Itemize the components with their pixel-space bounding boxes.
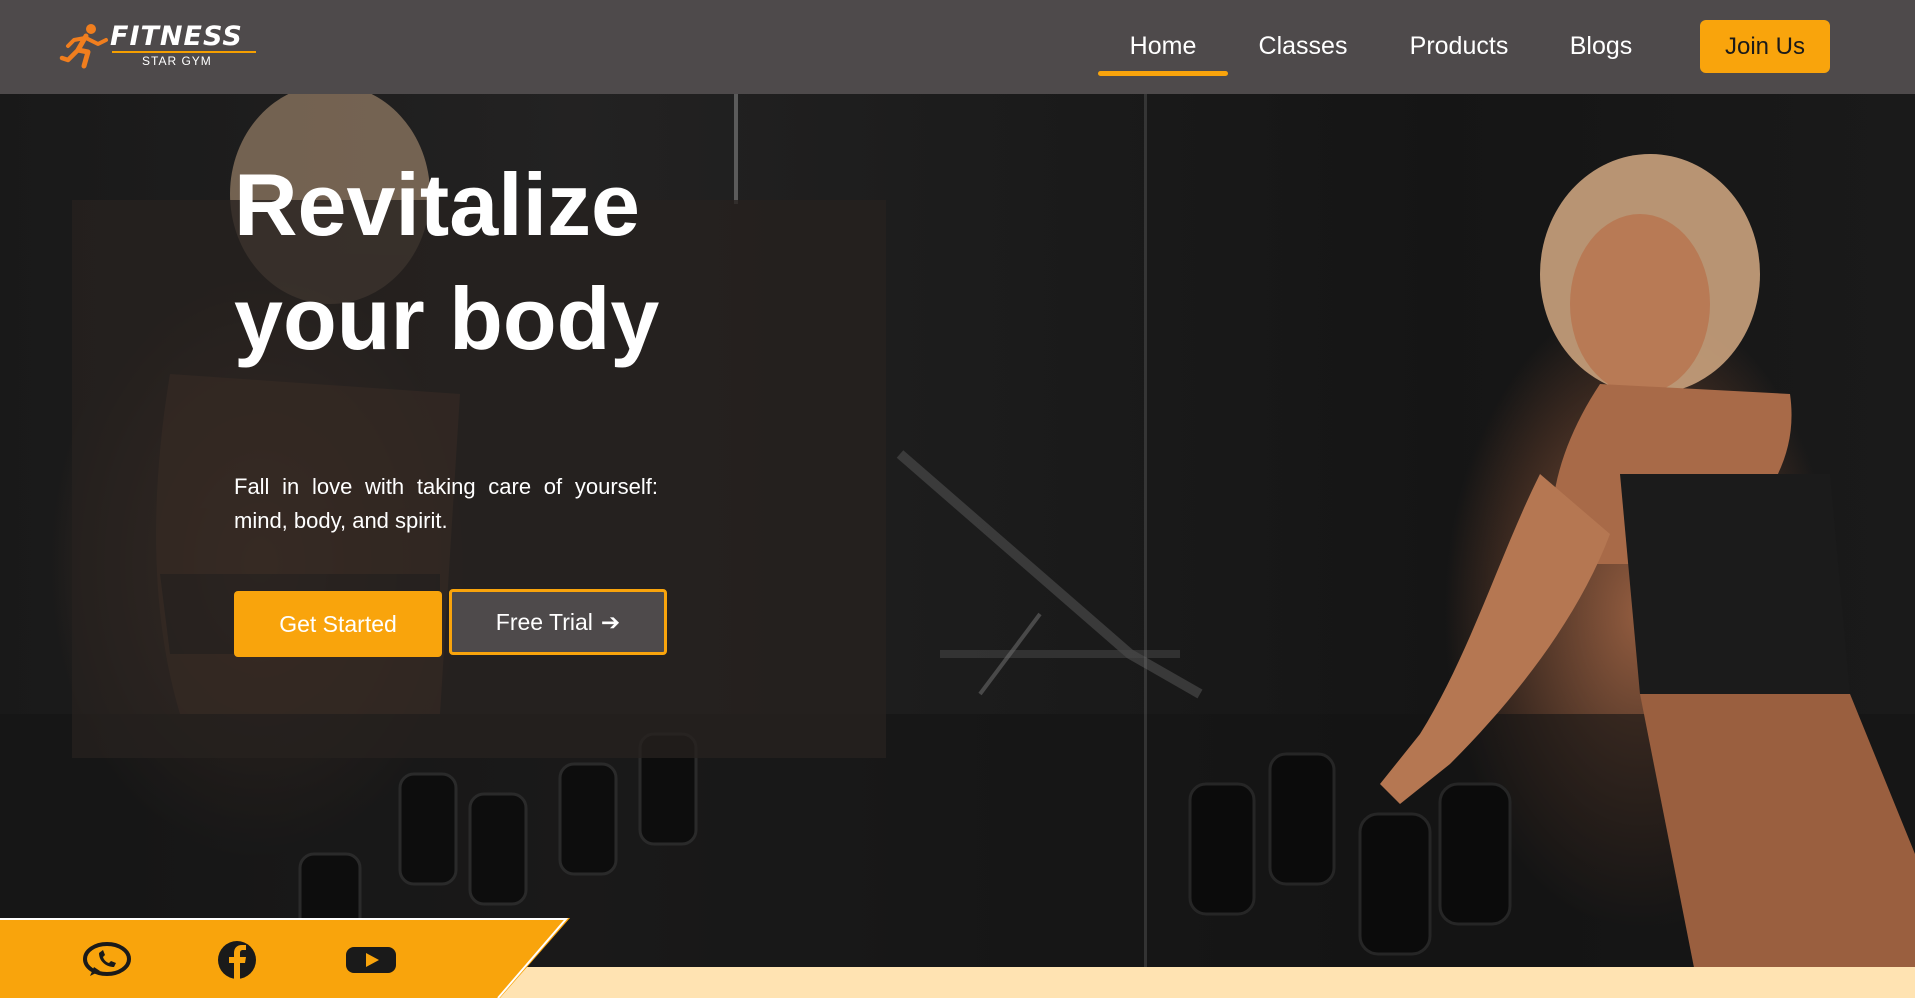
brand-name: FITNESS [110,21,243,52]
runner-icon [59,24,108,69]
brand-logo[interactable]: FITNESS STAR GYM [58,18,258,74]
nav-products[interactable]: Products [1398,28,1520,64]
free-trial-label: Free Trial [495,608,593,635]
mirror-edge [1144,94,1147,994]
landing-page: FITNESS STAR GYM Home Classes Products B… [0,0,1915,998]
nav-blogs[interactable]: Blogs [1560,28,1642,64]
nav-classes[interactable]: Classes [1250,28,1356,64]
free-trial-button[interactable]: Free Trial ➔ [449,589,667,655]
hero-description: Fall in love with taking care of yoursel… [234,474,658,533]
hero-title-line-2: your body [234,269,660,368]
top-navbar: FITNESS STAR GYM Home Classes Products B… [0,0,1915,94]
hero-title: Revitalize your body [234,148,694,376]
brand-tagline: STAR GYM [142,54,212,68]
whatsapp-icon[interactable] [80,940,134,980]
active-nav-indicator [1098,71,1228,76]
join-us-button[interactable]: Join Us [1700,20,1830,73]
social-bar [0,918,570,998]
logo-divider [112,51,256,53]
nav-home[interactable]: Home [1098,28,1228,64]
mirror-edge [734,94,738,204]
hero-title-line-1: Revitalize [234,155,640,254]
arrow-right-icon: ➔ [600,608,621,635]
youtube-icon[interactable] [344,940,398,980]
get-started-button[interactable]: Get Started [234,591,442,657]
facebook-icon[interactable] [210,940,264,980]
